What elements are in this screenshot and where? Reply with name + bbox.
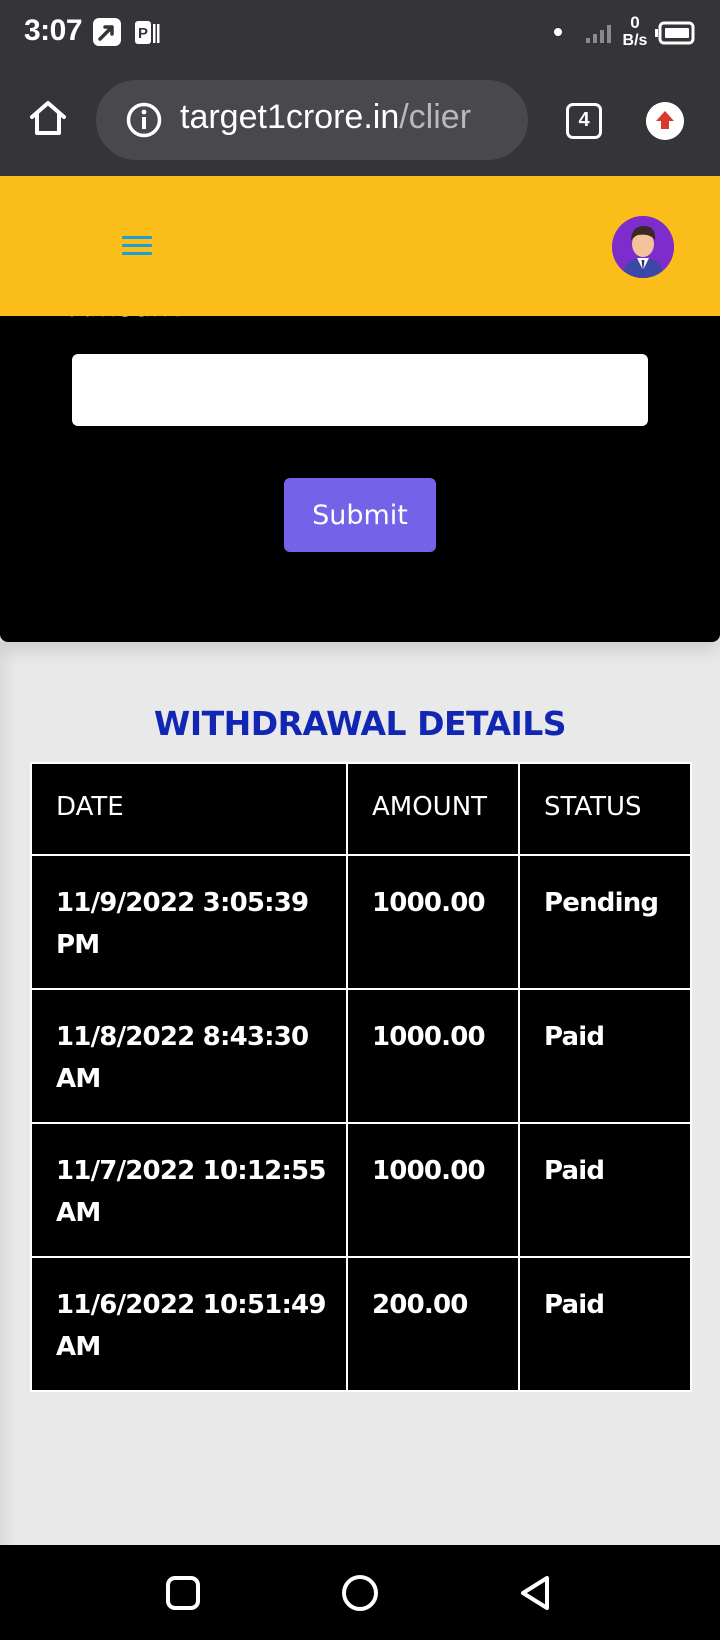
date-cell: 11/8/2022 8:43:30 AM	[30, 988, 348, 1124]
table-header-row: DATE AMOUNT STATUS	[30, 762, 692, 856]
url-path: /clier	[399, 98, 472, 136]
recents-square-icon[interactable]	[163, 1573, 203, 1613]
column-header-amount: AMOUNT	[346, 762, 520, 856]
status-cell: Paid	[518, 1122, 692, 1258]
status-cell: Pending	[518, 854, 692, 990]
column-header-status: STATUS	[518, 762, 692, 856]
date-cell: 11/7/2022 10:12:55 AM	[30, 1122, 348, 1258]
table-row: 11/6/2022 10:51:49 AM 200.00 Paid	[30, 1256, 692, 1392]
screen-share-icon	[93, 18, 121, 46]
table-row: 11/7/2022 10:12:55 AM 1000.00 Paid	[30, 1122, 692, 1258]
address-bar[interactable]: target1crore.in/clier	[96, 80, 528, 160]
amount-cell: 200.00	[346, 1256, 520, 1392]
withdrawal-section: WITHDRAWAL DETAILS DATE AMOUNT STATUS 11…	[0, 642, 720, 1545]
date-cell: 11/9/2022 3:05:39 PM	[30, 854, 348, 990]
status-bar: 3:07 P 0 B/s	[0, 0, 720, 66]
signal-icon	[586, 25, 611, 43]
home-icon[interactable]	[28, 98, 68, 138]
battery-icon	[655, 21, 695, 45]
column-header-date: DATE	[30, 762, 348, 856]
system-nav-bar	[0, 1545, 720, 1640]
amount-input[interactable]	[72, 354, 648, 426]
update-arrow-icon[interactable]	[646, 102, 684, 140]
info-icon[interactable]	[126, 102, 162, 138]
home-circle-icon[interactable]	[340, 1573, 380, 1613]
hamburger-menu-icon[interactable]	[122, 234, 152, 258]
url-text[interactable]: target1crore.in/clier	[180, 98, 471, 137]
app-header	[0, 176, 720, 316]
submit-button[interactable]: Submit	[284, 478, 436, 552]
browser-toolbar: target1crore.in/clier 4	[0, 66, 720, 176]
withdraw-form-card: Amount Submit	[0, 260, 720, 642]
network-speed-value: 0	[630, 13, 640, 32]
network-speed-unit: B/s	[622, 32, 648, 49]
table-row: 11/9/2022 3:05:39 PM 1000.00 Pending	[30, 854, 692, 990]
parking-app-icon: P	[135, 21, 160, 44]
back-triangle-icon[interactable]	[516, 1573, 556, 1613]
section-title: WITHDRAWAL DETAILS	[153, 704, 567, 743]
screen: 3:07 P 0 B/s target1crore.in/clier 4 Sub…	[0, 0, 720, 1640]
amount-cell: 1000.00	[346, 1122, 520, 1258]
tab-switcher-icon[interactable]: 4	[566, 103, 602, 139]
network-speed: 0 B/s	[620, 14, 650, 50]
url-domain: target1crore.in	[180, 98, 400, 136]
status-time: 3:07	[24, 14, 83, 47]
user-avatar-icon[interactable]	[612, 216, 674, 278]
status-cell: Paid	[518, 1256, 692, 1392]
svg-text:P: P	[138, 25, 148, 42]
date-cell: 11/6/2022 10:51:49 AM	[30, 1256, 348, 1392]
withdrawal-table: DATE AMOUNT STATUS 11/9/2022 3:05:39 PM …	[30, 762, 692, 1392]
amount-cell: 1000.00	[346, 854, 520, 990]
status-cell: Paid	[518, 988, 692, 1124]
amount-cell: 1000.00	[346, 988, 520, 1124]
table-row: 11/8/2022 8:43:30 AM 1000.00 Paid	[30, 988, 692, 1124]
dot-icon	[554, 28, 562, 36]
